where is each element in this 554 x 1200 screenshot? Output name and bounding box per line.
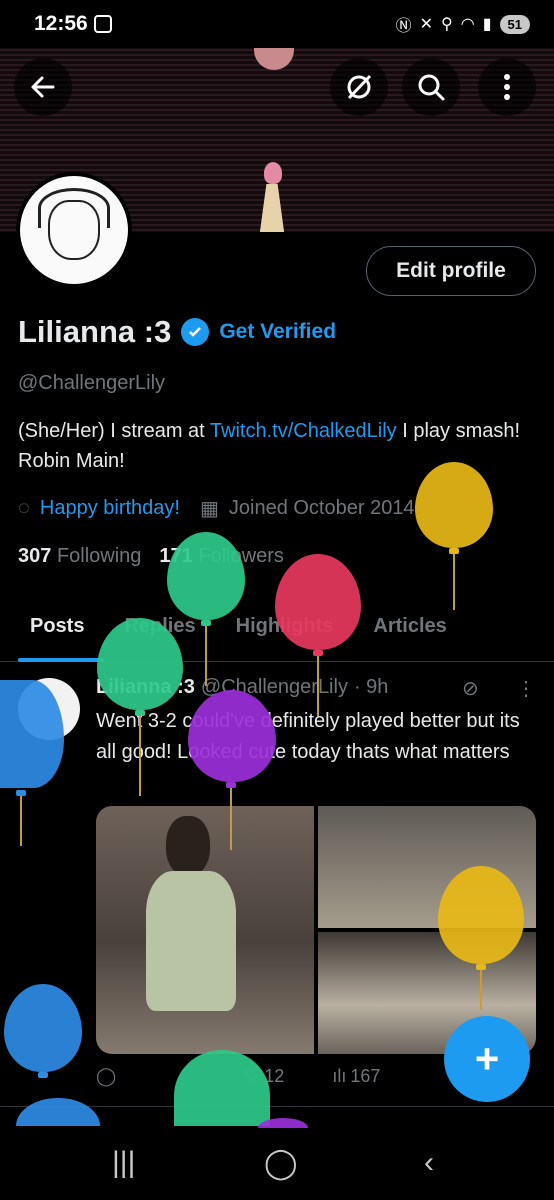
nfc-icon: Ⓝ — [395, 18, 412, 35]
grok-post-icon[interactable]: ⊘ — [462, 676, 479, 701]
post-image-1[interactable] — [96, 806, 314, 1054]
grok-button[interactable] — [330, 58, 388, 116]
joined-date: Joined October 2014 — [228, 497, 415, 519]
birthday-link[interactable]: Happy birthday! — [40, 497, 180, 520]
system-nav-bar: ||| ◯ ‹ — [0, 1126, 554, 1200]
status-icons: Ⓝ ✕ ⚲ ◠ ▮ 51 — [396, 12, 530, 36]
grok-icon — [347, 74, 372, 100]
back-button[interactable] — [14, 58, 72, 116]
home-icon[interactable]: ◯ — [264, 1146, 298, 1181]
more-options-button[interactable] — [478, 58, 536, 116]
status-bar: 12:56 Ⓝ ✕ ⚲ ◠ ▮ 51 — [0, 0, 554, 48]
back-nav-icon[interactable]: ‹ — [424, 1146, 434, 1180]
status-time: 12:56 — [34, 12, 88, 35]
reply-button[interactable]: ◯ — [96, 1066, 116, 1087]
post-time: · 9h — [353, 676, 389, 698]
tab-posts[interactable]: Posts — [0, 600, 105, 662]
tab-articles[interactable]: Articles — [353, 600, 466, 661]
get-verified-link[interactable]: Get Verified — [219, 320, 336, 344]
notification-icon — [94, 15, 112, 33]
views-icon: ılı — [332, 1066, 347, 1086]
profile-avatar[interactable] — [16, 172, 132, 288]
post-more-icon[interactable]: ⋮ — [516, 676, 536, 701]
search-button[interactable] — [402, 58, 460, 116]
compose-button[interactable]: + — [444, 1016, 530, 1102]
follow-stats: 307 Following 171 Followers — [18, 545, 284, 568]
calendar-icon: ▦ — [199, 498, 219, 520]
wifi-icon: ◠ — [460, 16, 475, 33]
signal-icon: ▮ — [482, 16, 492, 33]
post-text: Went 3-2 could've definitely played bett… — [96, 710, 520, 763]
user-handle: @ChallengerLily — [18, 372, 166, 394]
following-label: Following — [56, 545, 142, 567]
reply-icon: ◯ — [96, 1066, 117, 1086]
search-icon — [418, 74, 445, 101]
verified-badge-icon — [181, 318, 210, 346]
profile-meta: ◌ Happy birthday! ▦ Joined October 2014 — [18, 496, 415, 521]
view-count: 167 — [350, 1066, 381, 1086]
edit-profile-button[interactable]: Edit profile — [366, 246, 536, 296]
following-link[interactable]: 307 Following — [18, 545, 141, 568]
location-icon: ⚲ — [441, 16, 453, 33]
bio-text-prefix: (She/Her) I stream at — [18, 420, 210, 442]
mute-icon: ✕ — [419, 16, 434, 33]
back-arrow-icon — [31, 76, 55, 98]
banner-figure — [254, 162, 290, 232]
battery-indicator: 51 — [499, 14, 530, 34]
balloon-icon: ◌ — [18, 497, 30, 519]
views-button[interactable]: ılı 167 — [332, 1066, 380, 1087]
bio-link[interactable]: Twitch.tv/ChalkedLily — [210, 420, 397, 442]
more-vertical-icon — [504, 74, 510, 100]
name-row: Lilianna :3 Get Verified — [18, 314, 336, 350]
recents-icon[interactable]: ||| — [112, 1146, 135, 1180]
display-name: Lilianna :3 — [18, 314, 172, 349]
following-count: 307 — [18, 545, 52, 567]
